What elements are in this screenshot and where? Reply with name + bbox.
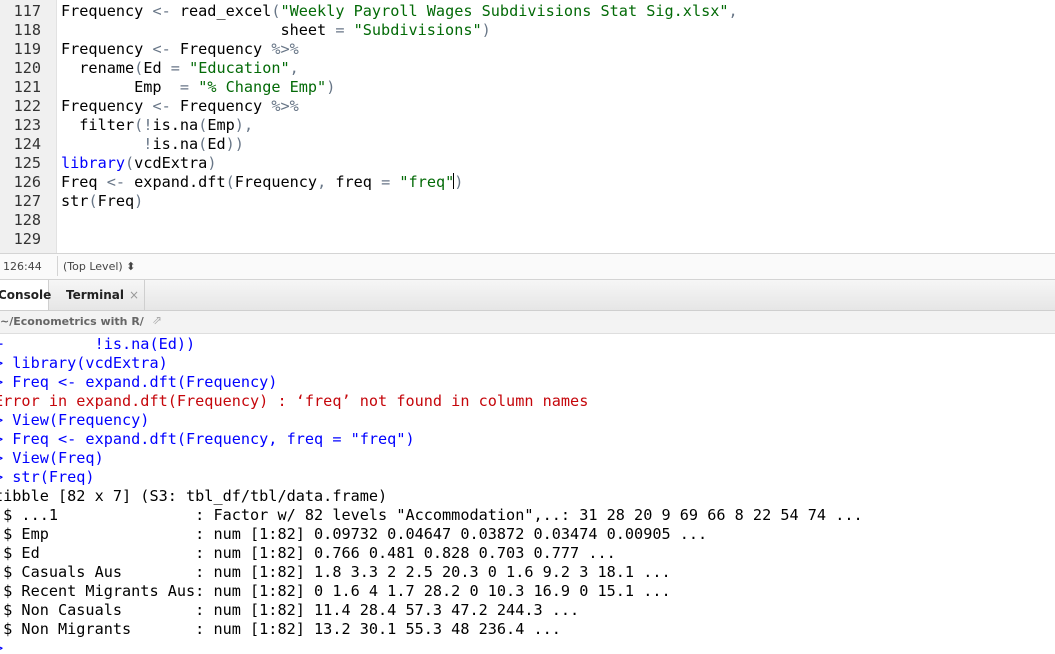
tab-terminal[interactable]: Terminal × — [57, 280, 145, 310]
console-output-line: $ Non Migrants : num [1:82] 13.2 30.1 55… — [0, 620, 561, 638]
code-line[interactable]: Frequency <- Frequency %>% — [61, 40, 299, 58]
console-output-line: tibble [82 x 7] (S3: tbl_df/tbl/data.fra… — [0, 487, 388, 505]
code-line[interactable]: library(vcdExtra) — [61, 154, 216, 172]
console-command-line: > Freq <- expand.dft(Frequency, freq = "… — [0, 430, 415, 448]
code-line[interactable]: rename(Ed = "Education", — [61, 59, 299, 77]
console-output-line: $ Ed : num [1:82] 0.766 0.481 0.828 0.70… — [0, 544, 616, 562]
console-command-line: > Freq <- expand.dft(Frequency) — [0, 373, 278, 391]
status-divider — [57, 256, 58, 276]
line-number: 121 — [13, 78, 41, 96]
console-command-line: > View(Freq) — [0, 449, 104, 467]
line-number: 124 — [13, 135, 41, 153]
line-number: 120 — [13, 59, 41, 77]
line-number: 122 — [13, 97, 41, 115]
line-number: 117 — [13, 2, 41, 20]
line-number: 125 — [13, 154, 41, 172]
code-line[interactable]: filter(!is.na(Emp), — [61, 116, 253, 134]
line-number-gutter: 117 118 119 120 121 122 123 124 125 126 127 128 129 — [0, 0, 57, 253]
console-command-line: + !is.na(Ed)) — [0, 335, 196, 353]
console-output-line: $ Recent Migrants Aus: num [1:82] 0 1.6 … — [0, 582, 671, 600]
go-to-directory-icon[interactable]: ⇗ — [152, 313, 162, 327]
line-number: 129 — [13, 230, 41, 248]
cursor-position: 126:44 — [3, 260, 42, 273]
line-number: 127 — [13, 192, 41, 210]
console-command-line: > str(Freq) — [0, 468, 95, 486]
editor-status-bar: 126:44 (Top Level) ⬍ — [0, 253, 1055, 280]
code-line[interactable]: Freq <- expand.dft(Frequency, freq = "fr… — [61, 173, 463, 191]
working-directory-bar: ~/Econometrics with R/ ⇗ — [0, 311, 1055, 334]
source-editor[interactable]: 117 118 119 120 121 122 123 124 125 126 127 128 129 … — [0, 0, 1055, 253]
console-output[interactable]: + !is.na(Ed)) > library(vcdExtra) > Freq <… — [0, 334, 1055, 654]
line-number: 128 — [13, 211, 41, 229]
console-output-line: $ Non Casuals : num [1:82] 11.4 28.4 57.… — [0, 601, 580, 619]
tab-terminal-label: Terminal — [66, 288, 125, 302]
line-number: 118 — [13, 21, 41, 39]
tab-console-label: Console — [0, 288, 52, 302]
working-directory-path[interactable]: ~/Econometrics with R/ — [0, 315, 144, 328]
line-number: 126 — [13, 173, 41, 191]
console-output-line: $ Emp : num [1:82] 0.09732 0.04647 0.038… — [0, 525, 708, 543]
console-command-line: > View(Frequency) — [0, 411, 150, 429]
console-output-line: $ ...1 : Factor w/ 82 levels "Accommodat… — [0, 506, 863, 524]
console-error-line: Error in expand.dft(Frequency) : ‘freq’ … — [0, 392, 589, 410]
code-line[interactable]: !is.na(Ed)) — [61, 135, 244, 153]
code-line[interactable]: Frequency <- read_excel("Weekly Payroll … — [61, 2, 738, 20]
console-command-line: > — [0, 639, 12, 654]
code-line[interactable]: Emp = "% Change Emp") — [61, 78, 335, 96]
tab-console[interactable]: Console — [0, 280, 52, 310]
line-number: 119 — [13, 40, 41, 58]
code-line[interactable]: Frequency <- Frequency %>% — [61, 97, 299, 115]
code-line[interactable]: sheet = "Subdivisions") — [61, 21, 490, 39]
console-tab-bar: Console Terminal × — [0, 280, 1055, 311]
console-command-line: > library(vcdExtra) — [0, 354, 168, 372]
code-line[interactable]: str(Freq) — [61, 192, 143, 210]
close-icon[interactable]: × — [129, 288, 139, 302]
console-output-line: $ Casuals Aus : num [1:82] 1.8 3.3 2 2.5… — [0, 563, 671, 581]
line-number: 123 — [13, 116, 41, 134]
scope-selector[interactable]: (Top Level) ⬍ — [63, 260, 135, 273]
